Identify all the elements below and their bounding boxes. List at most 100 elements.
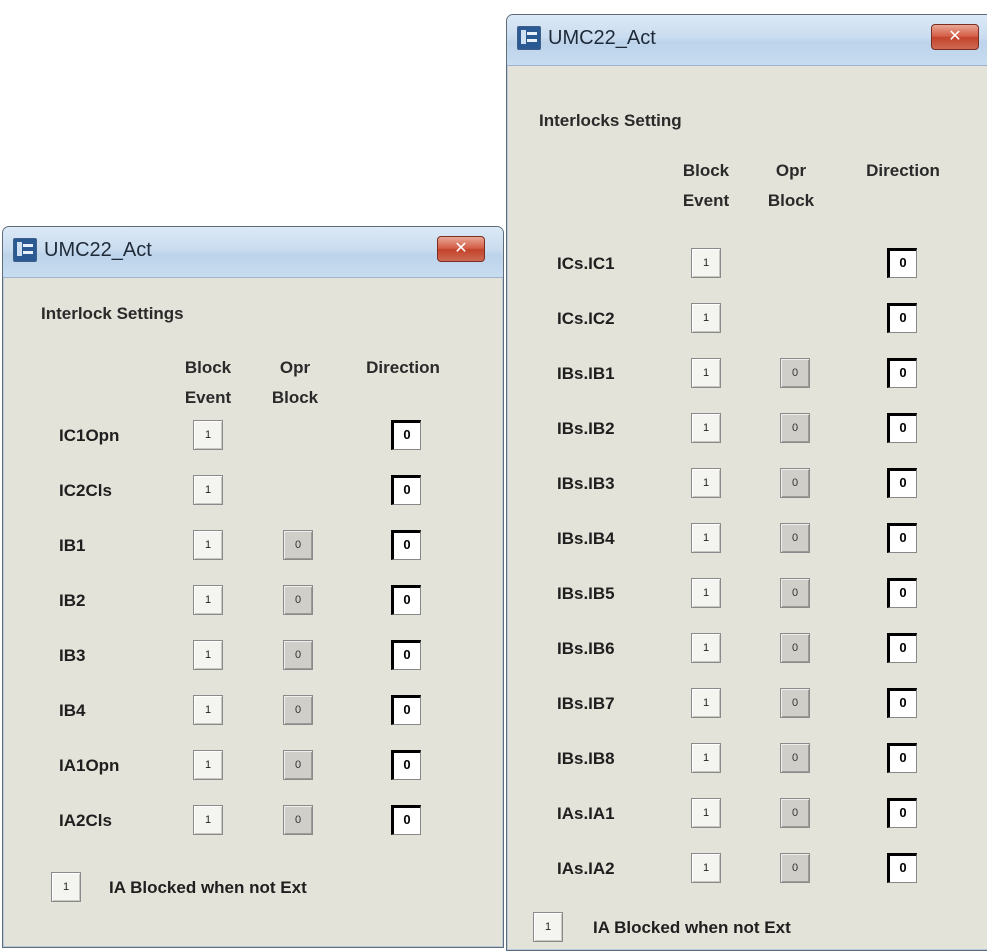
row-label: IA2Cls xyxy=(59,811,112,830)
opr-block-button[interactable]: 0 xyxy=(780,468,810,498)
direction-field[interactable]: 0 xyxy=(391,640,421,670)
left-window-content: Interlock Settings Block Event Opr Block… xyxy=(3,278,503,947)
header-opr-block: Opr Block xyxy=(761,156,821,216)
direction-field[interactable]: 0 xyxy=(391,805,421,835)
right-window-titlebar[interactable]: UMC22_Act ✕ xyxy=(507,15,987,66)
direction-field[interactable]: 0 xyxy=(887,248,917,278)
ia-blocked-label: IA Blocked when not Ext xyxy=(593,918,791,937)
block-event-checkbox[interactable]: 1 xyxy=(193,640,223,670)
block-event-checkbox[interactable]: 1 xyxy=(193,695,223,725)
direction-field[interactable]: 0 xyxy=(391,420,421,450)
header-opr-block-line2: Block xyxy=(767,191,815,210)
direction-field[interactable]: 0 xyxy=(887,468,917,498)
opr-block-button[interactable]: 0 xyxy=(283,695,313,725)
direction-field[interactable]: 0 xyxy=(887,413,917,443)
block-event-checkbox[interactable]: 1 xyxy=(691,468,721,498)
direction-field[interactable]: 0 xyxy=(887,743,917,773)
direction-field[interactable]: 0 xyxy=(887,688,917,718)
opr-block-button[interactable]: 0 xyxy=(780,523,810,553)
opr-block-button[interactable]: 0 xyxy=(283,585,313,615)
direction-field[interactable]: 0 xyxy=(887,798,917,828)
ia-blocked-checkbox[interactable]: 1 xyxy=(51,872,81,902)
block-event-checkbox[interactable]: 1 xyxy=(193,420,223,450)
direction-field[interactable]: 0 xyxy=(391,475,421,505)
header-block-event-line2: Event xyxy=(184,388,232,407)
block-event-checkbox[interactable]: 1 xyxy=(193,585,223,615)
opr-block-button[interactable]: 0 xyxy=(780,688,810,718)
direction-field[interactable]: 0 xyxy=(887,633,917,663)
header-block-event: Block Event xyxy=(173,353,243,413)
window-title: UMC22_Act xyxy=(44,239,152,261)
opr-block-button[interactable]: 0 xyxy=(780,413,810,443)
ia-blocked-label: IA Blocked when not Ext xyxy=(109,878,307,897)
row-label: IC1Opn xyxy=(59,426,120,445)
section-title: Interlock Settings xyxy=(41,304,184,323)
block-event-checkbox[interactable]: 1 xyxy=(691,578,721,608)
row-label: IBs.IB8 xyxy=(557,749,615,768)
row-label: IBs.IB3 xyxy=(557,474,615,493)
row-label: ICs.IC2 xyxy=(557,309,615,328)
row-label: IBs.IB1 xyxy=(557,364,615,383)
opr-block-button[interactable]: 0 xyxy=(780,358,810,388)
app-icon xyxy=(13,238,37,262)
row-label: IB1 xyxy=(59,536,86,555)
direction-field[interactable]: 0 xyxy=(887,523,917,553)
header-direction: Direction xyxy=(366,358,440,377)
close-button[interactable]: ✕ xyxy=(931,24,979,50)
block-event-checkbox[interactable]: 1 xyxy=(193,805,223,835)
ia-blocked-checkbox[interactable]: 1 xyxy=(533,912,563,942)
left-window: UMC22_Act ✕ Interlock Settings Block Eve… xyxy=(2,226,504,948)
right-window-content: Interlocks Setting Block Event Opr Block… xyxy=(507,66,987,950)
block-event-checkbox[interactable]: 1 xyxy=(691,358,721,388)
direction-field[interactable]: 0 xyxy=(887,303,917,333)
block-event-checkbox[interactable]: 1 xyxy=(691,303,721,333)
section-title: Interlocks Setting xyxy=(539,111,682,130)
block-event-checkbox[interactable]: 1 xyxy=(691,688,721,718)
opr-block-button[interactable]: 0 xyxy=(780,853,810,883)
opr-block-button[interactable]: 0 xyxy=(283,805,313,835)
row-label: ICs.IC1 xyxy=(557,254,615,273)
opr-block-button[interactable]: 0 xyxy=(283,750,313,780)
row-label: IC2Cls xyxy=(59,481,112,500)
row-label: IBs.IB6 xyxy=(557,639,615,658)
block-event-checkbox[interactable]: 1 xyxy=(193,750,223,780)
direction-field[interactable]: 0 xyxy=(391,695,421,725)
opr-block-button[interactable]: 0 xyxy=(780,743,810,773)
direction-field[interactable]: 0 xyxy=(887,578,917,608)
direction-field[interactable]: 0 xyxy=(887,853,917,883)
header-block-event-line1: Block xyxy=(184,358,232,377)
direction-field[interactable]: 0 xyxy=(391,530,421,560)
block-event-checkbox[interactable]: 1 xyxy=(691,523,721,553)
left-window-titlebar[interactable]: UMC22_Act ✕ xyxy=(3,227,503,278)
row-label: IAs.IA2 xyxy=(557,859,615,878)
block-event-checkbox[interactable]: 1 xyxy=(193,475,223,505)
block-event-checkbox[interactable]: 1 xyxy=(691,248,721,278)
row-label: IBs.IB4 xyxy=(557,529,615,548)
block-event-checkbox[interactable]: 1 xyxy=(691,743,721,773)
window-title: UMC22_Act xyxy=(548,27,656,49)
header-block-event: Block Event xyxy=(671,156,741,216)
header-opr-block-line1: Opr xyxy=(279,358,311,377)
row-label: IAs.IA1 xyxy=(557,804,615,823)
block-event-checkbox[interactable]: 1 xyxy=(691,853,721,883)
app-icon xyxy=(517,26,541,50)
opr-block-button[interactable]: 0 xyxy=(780,798,810,828)
opr-block-button[interactable]: 0 xyxy=(780,578,810,608)
block-event-checkbox[interactable]: 1 xyxy=(691,413,721,443)
header-direction: Direction xyxy=(866,161,940,180)
opr-block-button[interactable]: 0 xyxy=(283,640,313,670)
row-label: IB3 xyxy=(59,646,86,665)
block-event-checkbox[interactable]: 1 xyxy=(691,798,721,828)
header-opr-block-line2: Block xyxy=(271,388,319,407)
opr-block-button[interactable]: 0 xyxy=(780,633,810,663)
header-opr-block: Opr Block xyxy=(265,353,325,413)
direction-field[interactable]: 0 xyxy=(391,585,421,615)
block-event-checkbox[interactable]: 1 xyxy=(193,530,223,560)
block-event-checkbox[interactable]: 1 xyxy=(691,633,721,663)
direction-field[interactable]: 0 xyxy=(391,750,421,780)
close-button[interactable]: ✕ xyxy=(437,236,485,262)
right-window: UMC22_Act ✕ Interlocks Setting Block Eve… xyxy=(506,14,987,951)
header-opr-block-line1: Opr xyxy=(775,161,807,180)
direction-field[interactable]: 0 xyxy=(887,358,917,388)
opr-block-button[interactable]: 0 xyxy=(283,530,313,560)
